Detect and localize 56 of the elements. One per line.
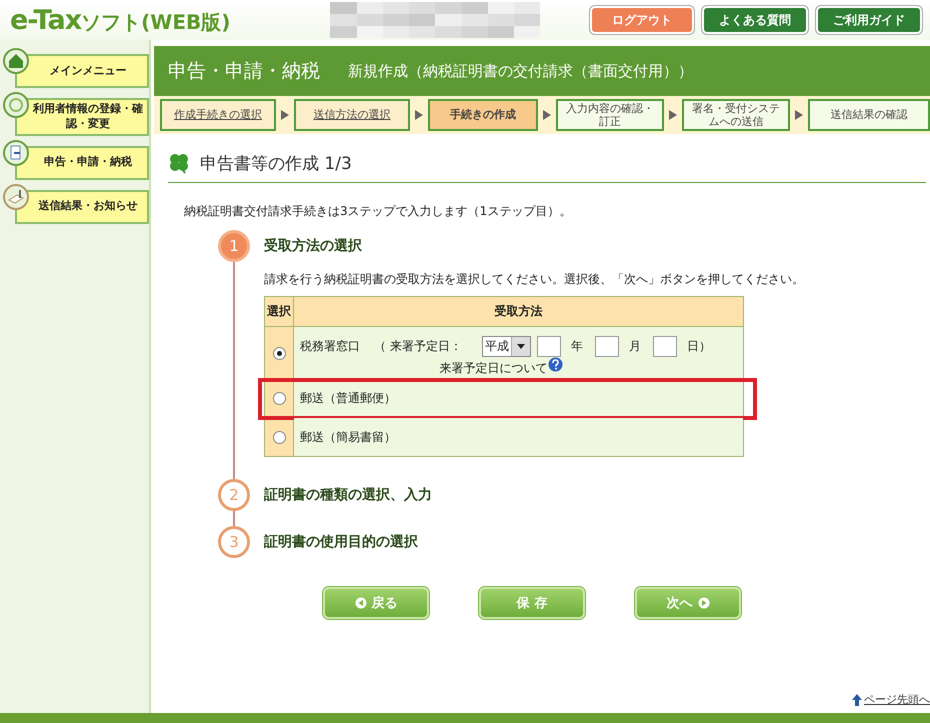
- option-label: 税務署窓口: [300, 338, 360, 355]
- triangle-icon: [281, 110, 289, 120]
- header-link-button[interactable]: ご利用ガイド: [816, 6, 922, 34]
- option-label: 郵送（普通郵便）: [300, 390, 396, 404]
- date-label: （ 来署予定日：: [374, 338, 462, 355]
- help-icon: [548, 357, 562, 372]
- progress-step: 手続きの作成: [428, 99, 538, 131]
- sidebar-item[interactable]: 送信結果・お知らせ: [15, 190, 149, 224]
- step-title: 証明書の種類の選択、入力: [264, 486, 432, 504]
- step-number: 2: [218, 479, 250, 511]
- sidebar-item[interactable]: 申告・申請・納税: [15, 146, 149, 180]
- heading-text: 申告書等の作成 1/3: [200, 152, 352, 174]
- triangle-icon: [415, 110, 423, 120]
- help-link[interactable]: 来署予定日について: [440, 360, 548, 377]
- progress-step: 送信結果の確認: [808, 99, 930, 131]
- page-top-link[interactable]: ページ先頭へ: [864, 692, 930, 707]
- step-number: 1: [218, 230, 250, 262]
- radio-button[interactable]: [272, 431, 286, 444]
- progress-step: 署名・受付システムへの送信: [682, 99, 790, 131]
- input-field[interactable]: [594, 336, 619, 357]
- date-unit: 年: [570, 338, 583, 355]
- input-field[interactable]: [536, 336, 561, 357]
- progress-step: 入力内容の確認・訂正: [556, 99, 664, 131]
- caret-icon: [516, 344, 525, 349]
- sidebar-item[interactable]: 利用者情報の登録・確認・変更: [15, 98, 149, 136]
- date-unit: 月: [628, 338, 641, 355]
- logo-subtitle: ソフト(WEB版): [81, 10, 230, 36]
- column-header: 選択: [264, 296, 294, 326]
- up-arrow-icon: [852, 694, 862, 706]
- letter-icon: [3, 184, 29, 210]
- intro-text: 納税証明書交付請求手続きは3ステップで入力します（1ステップ目）。: [184, 203, 572, 220]
- triangle-icon: [543, 110, 551, 120]
- option-label: 郵送（簡易書留）: [300, 430, 396, 444]
- instruction-text: 請求を行う納税証明書の受取方法を選択してください。選択後、「次へ」ボタンを押してください。: [264, 271, 804, 288]
- section-title: 申告・申請・納税: [168, 59, 320, 84]
- document-icon: [3, 140, 29, 166]
- era-dropdown[interactable]: 平成: [482, 336, 531, 357]
- radio-button[interactable]: [272, 392, 286, 406]
- logo-text: e-Tax: [10, 4, 82, 36]
- clover-icon: [168, 152, 190, 174]
- radio-button[interactable]: [272, 346, 286, 360]
- page-subtitle: 新規作成（納税証明書の交付請求（書面交付用））: [348, 62, 693, 80]
- house-icon: [3, 48, 29, 74]
- progress-step-link[interactable]: 送信方法の選択: [294, 99, 410, 131]
- triangle-icon: [669, 110, 677, 120]
- step-title: 受取方法の選択: [264, 237, 363, 255]
- progress-step-link[interactable]: 作成手続きの選択: [160, 99, 276, 131]
- header-link-button[interactable]: よくある質問: [702, 6, 808, 34]
- step-title: 証明書の使用目的の選択: [264, 533, 418, 551]
- sidebar-item[interactable]: メインメニュー: [15, 54, 149, 88]
- input-field[interactable]: [652, 336, 677, 357]
- date-unit: 日）: [686, 338, 711, 355]
- ring-icon: [3, 92, 29, 118]
- triangle-icon: [795, 110, 803, 120]
- step-number: 3: [218, 526, 250, 558]
- column-header: 受取方法: [294, 296, 744, 326]
